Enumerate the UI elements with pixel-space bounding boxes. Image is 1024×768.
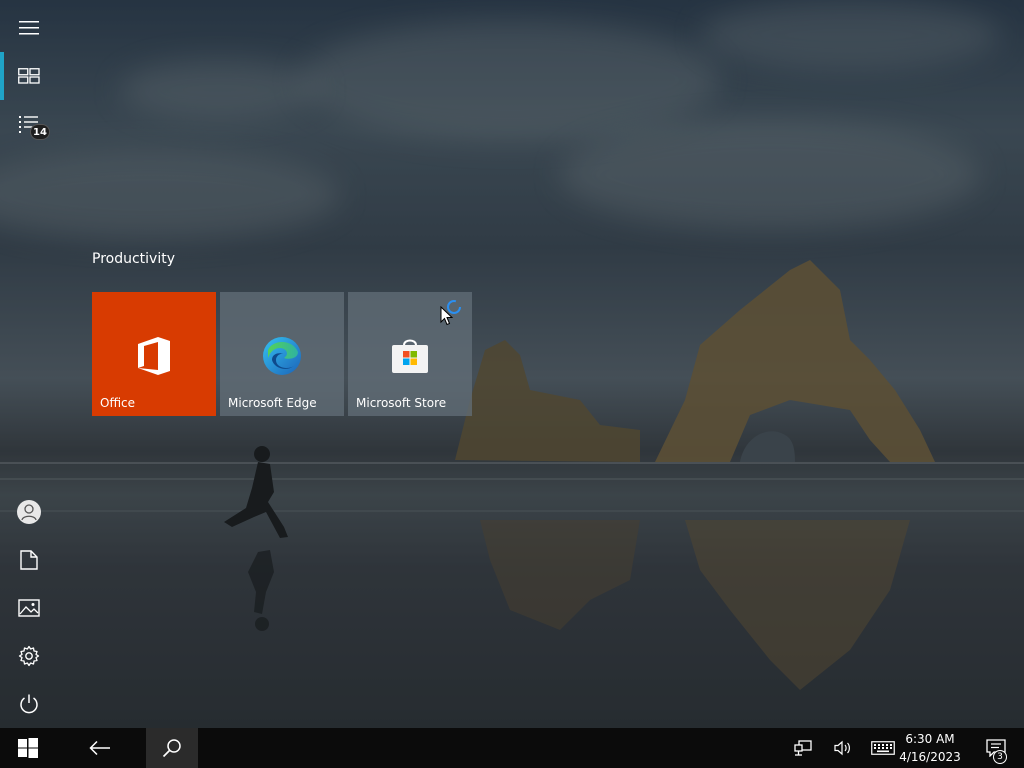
user-account-icon: [17, 500, 41, 524]
volume-button[interactable]: [828, 728, 858, 768]
settings-button[interactable]: [0, 632, 58, 680]
tile-label: Microsoft Edge: [228, 396, 317, 410]
tile-label: Office: [100, 396, 136, 410]
documents-button[interactable]: [0, 536, 58, 584]
all-apps-count-badge: 14: [30, 124, 50, 140]
hamburger-menu-button[interactable]: [0, 4, 58, 52]
power-icon: [20, 694, 38, 714]
store-icon: [392, 339, 428, 373]
documents-icon: [20, 550, 38, 570]
clock-time: 6:30 AM: [905, 732, 955, 746]
settings-icon: [18, 645, 40, 667]
touch-keyboard-button[interactable]: [866, 728, 900, 768]
group-title: Productivity: [92, 251, 175, 267]
pictures-button[interactable]: [0, 584, 58, 632]
user-account-button[interactable]: [0, 488, 58, 536]
power-button[interactable]: [0, 680, 58, 728]
network-icon: [794, 740, 812, 756]
tile-label: Microsoft Store: [356, 396, 447, 410]
office-icon: [138, 337, 170, 375]
back-button[interactable]: [76, 728, 124, 768]
taskbar: 6:30 AM 4/16/2023: [0, 728, 1024, 768]
clock-date: 4/16/2023: [899, 750, 961, 764]
microsoft-edge-tile[interactable]: Microsoft Edge: [220, 292, 344, 416]
search-button[interactable]: [146, 728, 198, 768]
mouse-pointer-icon: [440, 306, 454, 326]
notification-count-badge: 3: [993, 750, 1007, 764]
pinned-tiles-button[interactable]: [0, 52, 58, 100]
office-tile[interactable]: Office: [92, 292, 216, 416]
touch-keyboard-icon: [871, 741, 895, 755]
back-arrow-icon: [89, 740, 110, 756]
pictures-icon: [18, 599, 40, 617]
network-button[interactable]: [788, 728, 818, 768]
tiles-icon: [18, 68, 40, 84]
edge-icon: [263, 337, 301, 375]
search-icon: [162, 739, 181, 758]
volume-icon: [834, 740, 850, 756]
start-button[interactable]: [0, 728, 56, 768]
all-apps-button[interactable]: 14: [0, 100, 58, 148]
taskbar-clock[interactable]: 6:30 AM 4/16/2023: [898, 730, 962, 766]
windows-start-icon: [18, 738, 38, 758]
hamburger-icon: [19, 21, 39, 35]
